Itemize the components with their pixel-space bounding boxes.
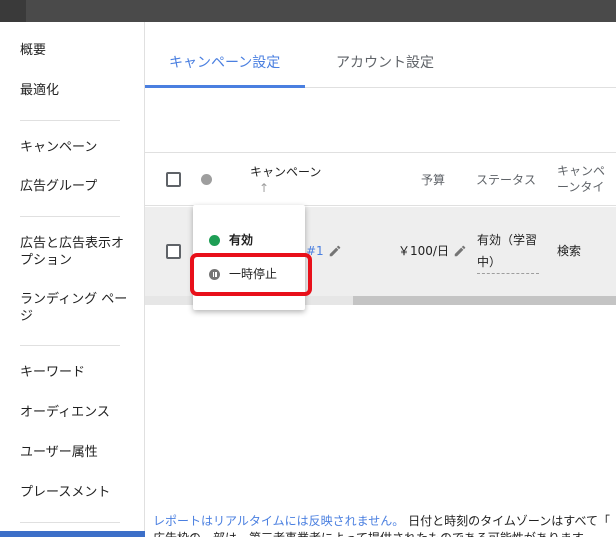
sidebar-item-audiences[interactable]: オーディエンス [20, 404, 132, 421]
sidebar-item-landing-pages[interactable]: ランディング ページ [20, 291, 132, 325]
column-header-campaign-type[interactable]: キャンペーンタイプ [557, 163, 616, 197]
edit-budget-pencil-icon[interactable] [453, 244, 467, 258]
sort-ascending-icon[interactable]: ↑ [259, 181, 269, 195]
column-header-status[interactable]: ステータス [476, 172, 536, 188]
sidebar-item-demographics[interactable]: ユーザー属性 [20, 444, 132, 461]
enabled-dot-icon [209, 235, 220, 246]
footer-notice: レポートはリアルタイムには反映されません。 日付と時刻のタイムゾーンはすべて「 [153, 513, 616, 529]
tab-campaign-settings[interactable]: キャンペーン設定 [169, 54, 280, 72]
column-header-budget[interactable]: 予算 [421, 172, 445, 188]
status-header-dot [201, 174, 212, 185]
sidebar-item-keywords[interactable]: キーワード [20, 364, 132, 381]
campaign-name-link[interactable]: #1 [306, 241, 324, 261]
status-option-paused-label: 一時停止 [229, 267, 278, 281]
sidebar-item-campaigns[interactable]: キャンペーン [20, 139, 132, 156]
sidebar: 概要 最適化 キャンペーン 広告グループ 広告と広告表示オプション ランディング… [0, 22, 145, 537]
pause-icon [209, 269, 220, 280]
tab-bar: キャンペーン設定 アカウント設定 [145, 22, 616, 88]
timezone-note: 日付と時刻のタイムゾーンはすべて「 [408, 514, 610, 528]
sidebar-item-overview[interactable]: 概要 [20, 42, 132, 59]
sidebar-item-ads-extensions[interactable]: 広告と広告表示オプション [20, 235, 132, 269]
table-header-row: キャンペーン ↑ 予算 ステータス キャンペーンタイプ [145, 152, 616, 206]
status-option-enabled-label: 有効 [229, 233, 254, 247]
tab-account-settings[interactable]: アカウント設定 [336, 54, 434, 72]
status-option-enabled[interactable]: 有効 [193, 225, 305, 255]
sidebar-divider [20, 216, 120, 217]
status-option-paused[interactable]: 一時停止 [193, 259, 305, 289]
status-value[interactable]: 有効（学習中） [477, 229, 539, 274]
sidebar-active-indicator [0, 531, 145, 537]
sidebar-divider [20, 522, 120, 523]
footer-notice-line2: 広告枠の一部は、第三者事業者によって提供されたものである可能性があります。 [153, 530, 616, 537]
budget-value: ￥100/日 [398, 244, 449, 258]
sidebar-item-placements[interactable]: プレースメント [20, 484, 132, 501]
top-bar-corner [0, 0, 26, 22]
realtime-report-link[interactable]: レポートはリアルタイムには反映されません。 [153, 514, 404, 528]
select-all-checkbox[interactable] [166, 172, 181, 187]
sidebar-item-ad-groups[interactable]: 広告グループ [20, 178, 132, 195]
edit-campaign-pencil-icon[interactable] [328, 244, 342, 258]
active-tab-underline [145, 85, 305, 88]
top-app-bar [0, 0, 616, 22]
status-dropdown-menu: 有効 一時停止 [193, 205, 305, 310]
sidebar-divider [20, 345, 120, 346]
campaign-type-value: 検索 [557, 244, 582, 258]
row-checkbox[interactable] [166, 244, 181, 259]
column-header-campaign[interactable]: キャンペーン [250, 164, 321, 180]
sidebar-item-optimization[interactable]: 最適化 [20, 82, 132, 99]
horizontal-scrollbar-thumb[interactable] [353, 296, 616, 305]
sidebar-divider [20, 120, 120, 121]
